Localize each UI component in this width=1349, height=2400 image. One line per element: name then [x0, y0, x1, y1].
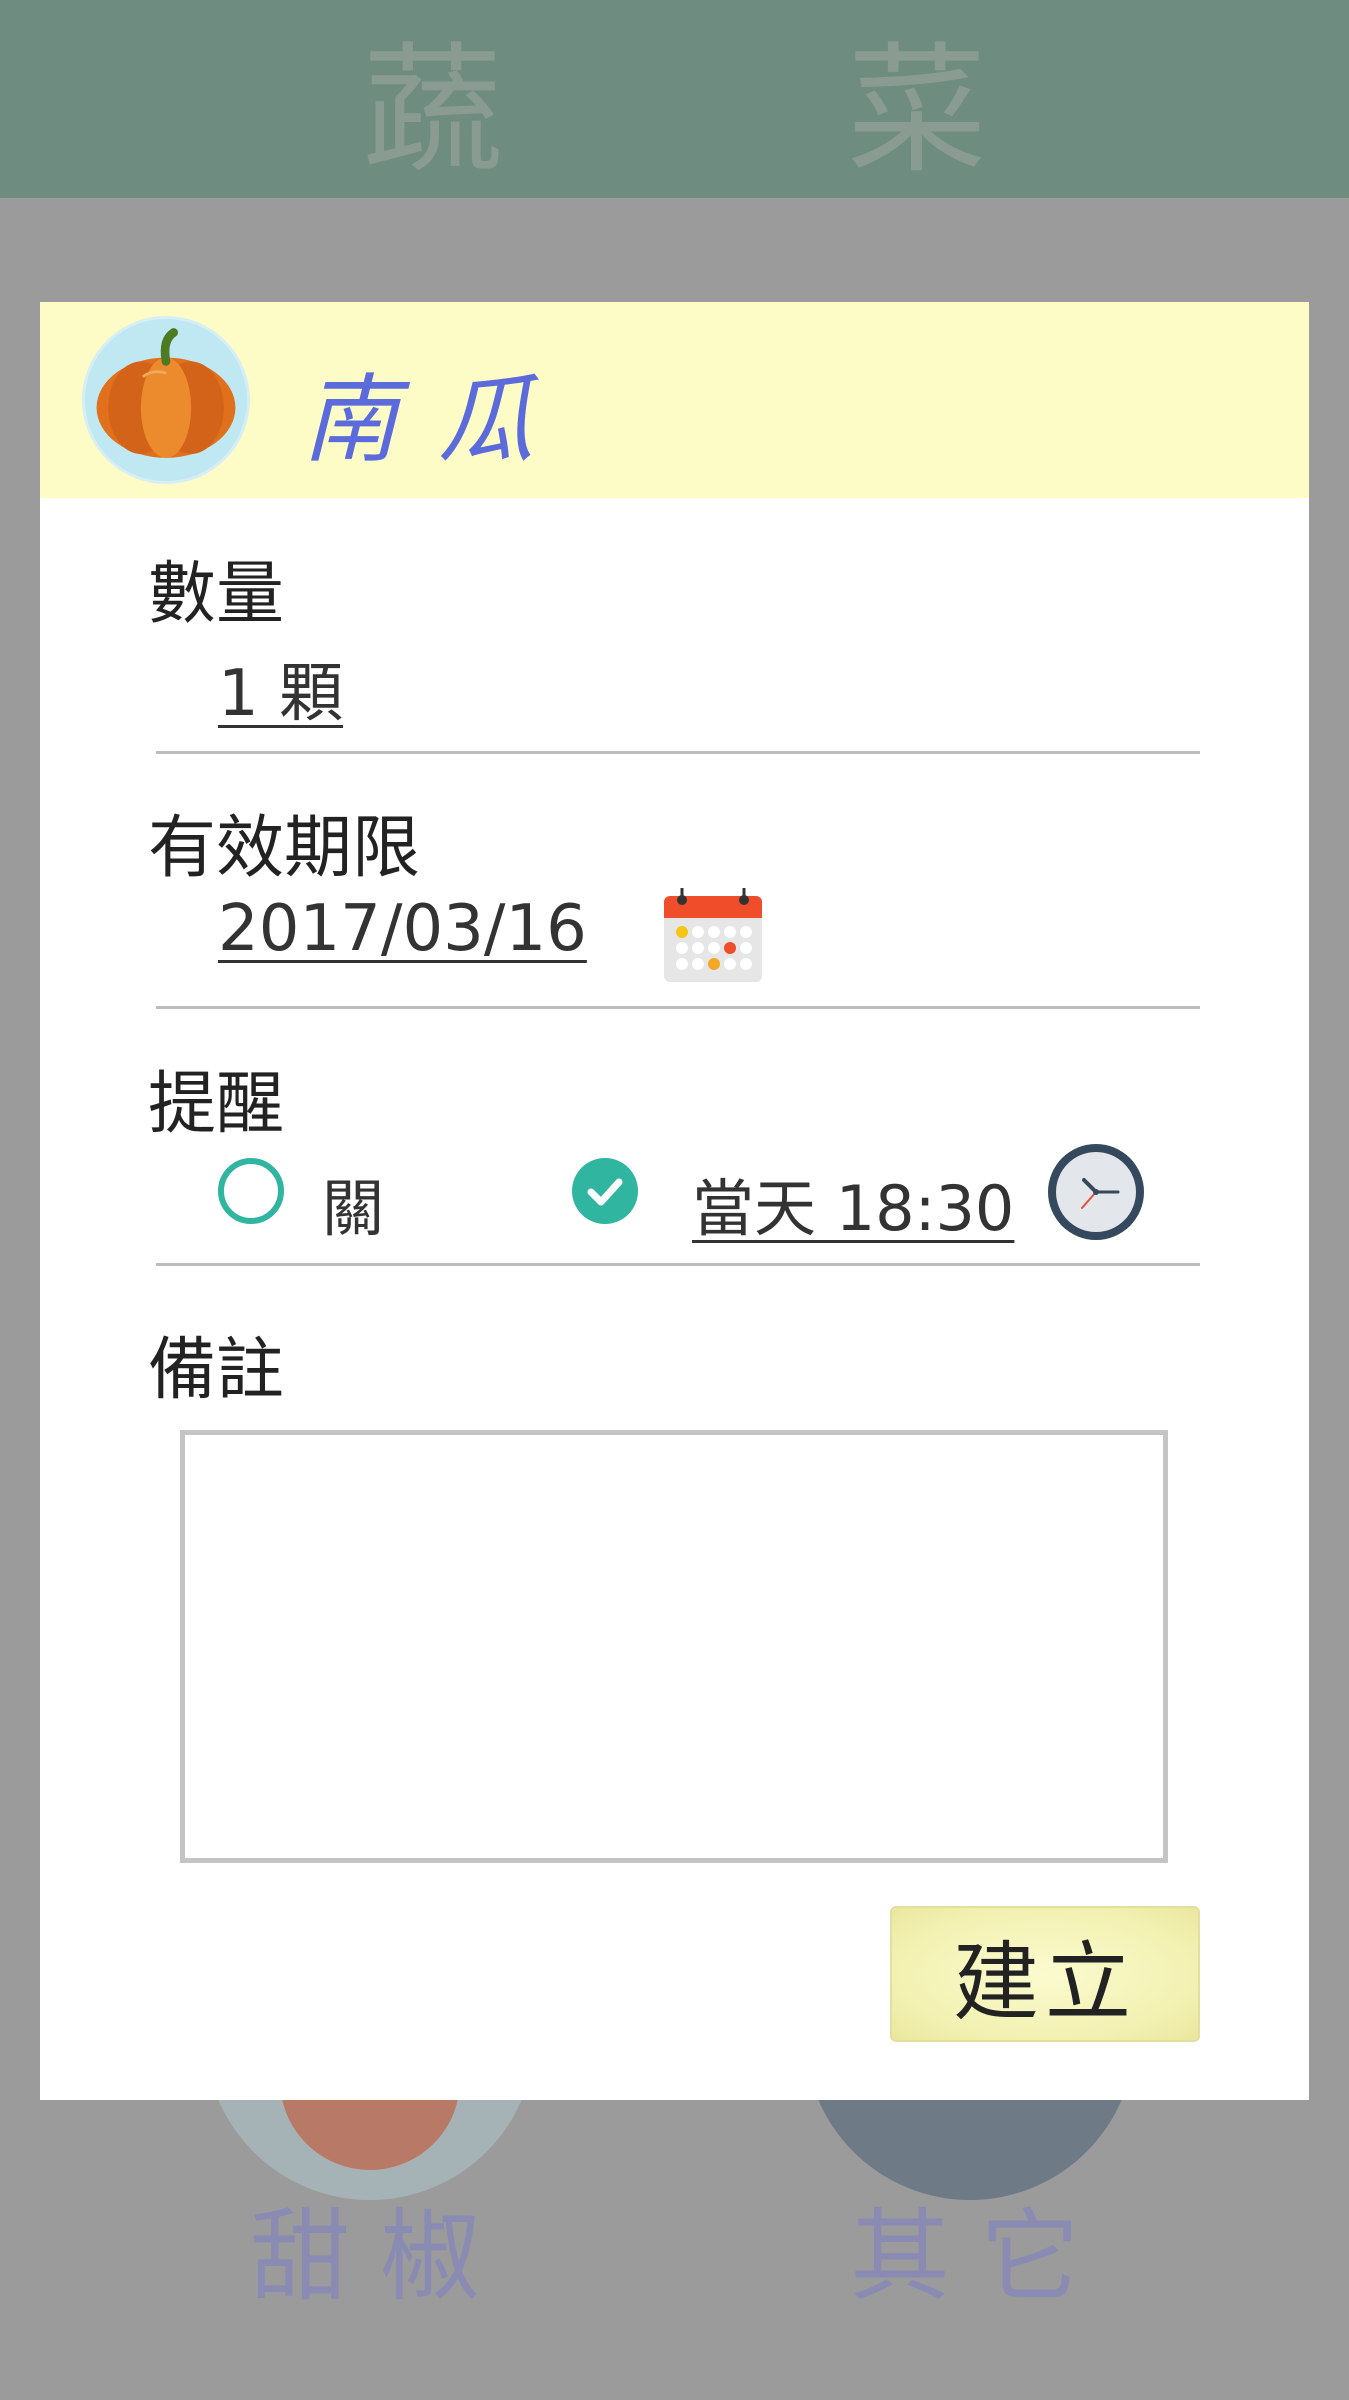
- other-label: 其它: [850, 2198, 1110, 2315]
- divider: [156, 1263, 1200, 1266]
- quantity-label: 數量: [148, 555, 285, 634]
- reminder-on-radio[interactable]: [572, 1158, 638, 1224]
- notes-label: 備註: [148, 1331, 285, 1410]
- expiry-date-value[interactable]: 2017/03/16: [218, 892, 587, 966]
- reminder-off-radio[interactable]: [218, 1158, 284, 1224]
- item-name: 南瓜: [302, 364, 574, 476]
- divider: [156, 751, 1200, 754]
- notes-textarea[interactable]: [180, 1430, 1168, 1863]
- pumpkin-icon: [82, 316, 250, 484]
- clock-icon[interactable]: [1046, 1142, 1146, 1242]
- divider: [156, 1006, 1200, 1009]
- reminder-off-label[interactable]: 關: [322, 1158, 384, 1248]
- quantity-value[interactable]: 1 顆: [218, 642, 343, 734]
- reminder-time-value[interactable]: 當天 18:30: [692, 1158, 1014, 1248]
- check-icon: [587, 1178, 623, 1206]
- app-title: 蔬 菜: [362, 30, 1137, 193]
- screen: 蔬 菜 甜椒 其它 南瓜 數量 1 顆 有效期限 2017/03/16 提醒 關…: [0, 0, 1349, 2400]
- app-header: 蔬 菜: [0, 0, 1349, 198]
- reminder-label: 提醒: [148, 1065, 285, 1144]
- dialog-header: 南瓜: [40, 302, 1309, 498]
- calendar-icon[interactable]: [662, 886, 764, 984]
- expiry-label: 有效期限: [148, 809, 421, 888]
- create-button[interactable]: 建立: [890, 1906, 1200, 2042]
- bell-pepper-label: 甜椒: [250, 2198, 510, 2315]
- add-item-dialog: 南瓜 數量 1 顆 有效期限 2017/03/16 提醒 關 當天 18:30 …: [40, 302, 1309, 2100]
